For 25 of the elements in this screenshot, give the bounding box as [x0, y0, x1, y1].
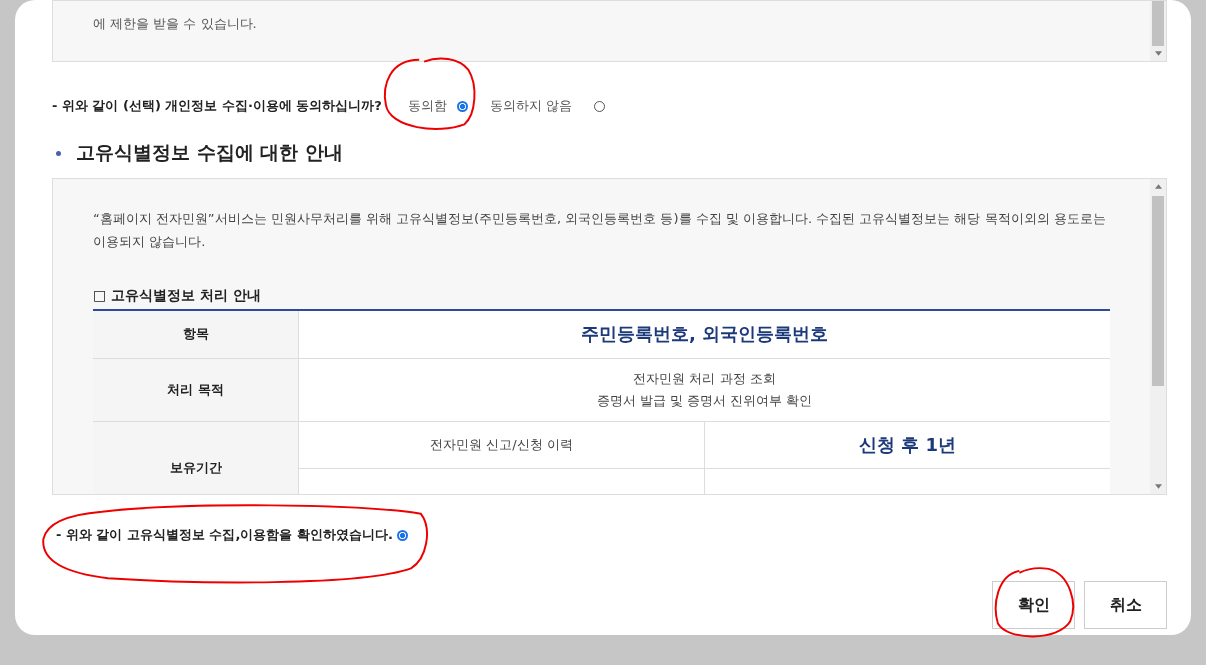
scrollbar[interactable]: [1150, 179, 1166, 494]
scroll-down-icon[interactable]: [1154, 51, 1162, 56]
notice-text: 에 제한을 받을 수 있습니다.: [93, 15, 257, 33]
option-label[interactable]: 동의하지 않음: [489, 97, 573, 115]
consent-question: - 위와 같이 (선택) 개인정보 수집·이용에 동의하십니까?: [52, 97, 382, 115]
cancel-button[interactable]: 취소: [1084, 581, 1167, 629]
row-header: 처리 목적: [93, 358, 299, 421]
option-label[interactable]: 동의함: [407, 97, 447, 115]
scrollbar[interactable]: [1150, 1, 1166, 61]
info-paragraph: “홈페이지 전자민원”서비스는 민원사무처리를 위해 고유식별정보(주민등록번호, 외국인등록번호 등)를 수집 및 이용합니다. 수집된 고유식별정보는 해당 목적이외의 용도로는 이용되지 않습니다.: [93, 210, 1107, 251]
section-title: 고유식별정보 수집에 대한 안내: [76, 140, 343, 165]
row-header: 항목: [93, 310, 299, 358]
table-cell: 주민등록번호, 외국인등록번호: [298, 310, 1110, 358]
bullet-icon: [56, 150, 61, 156]
confirm-statement: - 위와 같이 고유식별정보 수집,이용함을 확인하였습니다.: [56, 526, 393, 544]
radio-button[interactable]: [456, 100, 468, 112]
table-cell: 전자민원 처리 과정 조회 증명서 발급 및 증명서 진위여부 확인: [298, 358, 1110, 421]
table-heading: □ 고유식별정보 처리 안내: [93, 287, 262, 305]
scroll-up-icon[interactable]: [1154, 184, 1162, 189]
scroll-down-icon[interactable]: [1154, 484, 1162, 489]
row-header: 보유기간: [93, 421, 299, 494]
table-cell: 전자민원 신고/신청 이력: [298, 421, 705, 468]
confirm-button[interactable]: 확인: [992, 581, 1075, 629]
radio-button[interactable]: [396, 529, 408, 541]
table-cell: 신청 후 1년: [704, 421, 1110, 468]
